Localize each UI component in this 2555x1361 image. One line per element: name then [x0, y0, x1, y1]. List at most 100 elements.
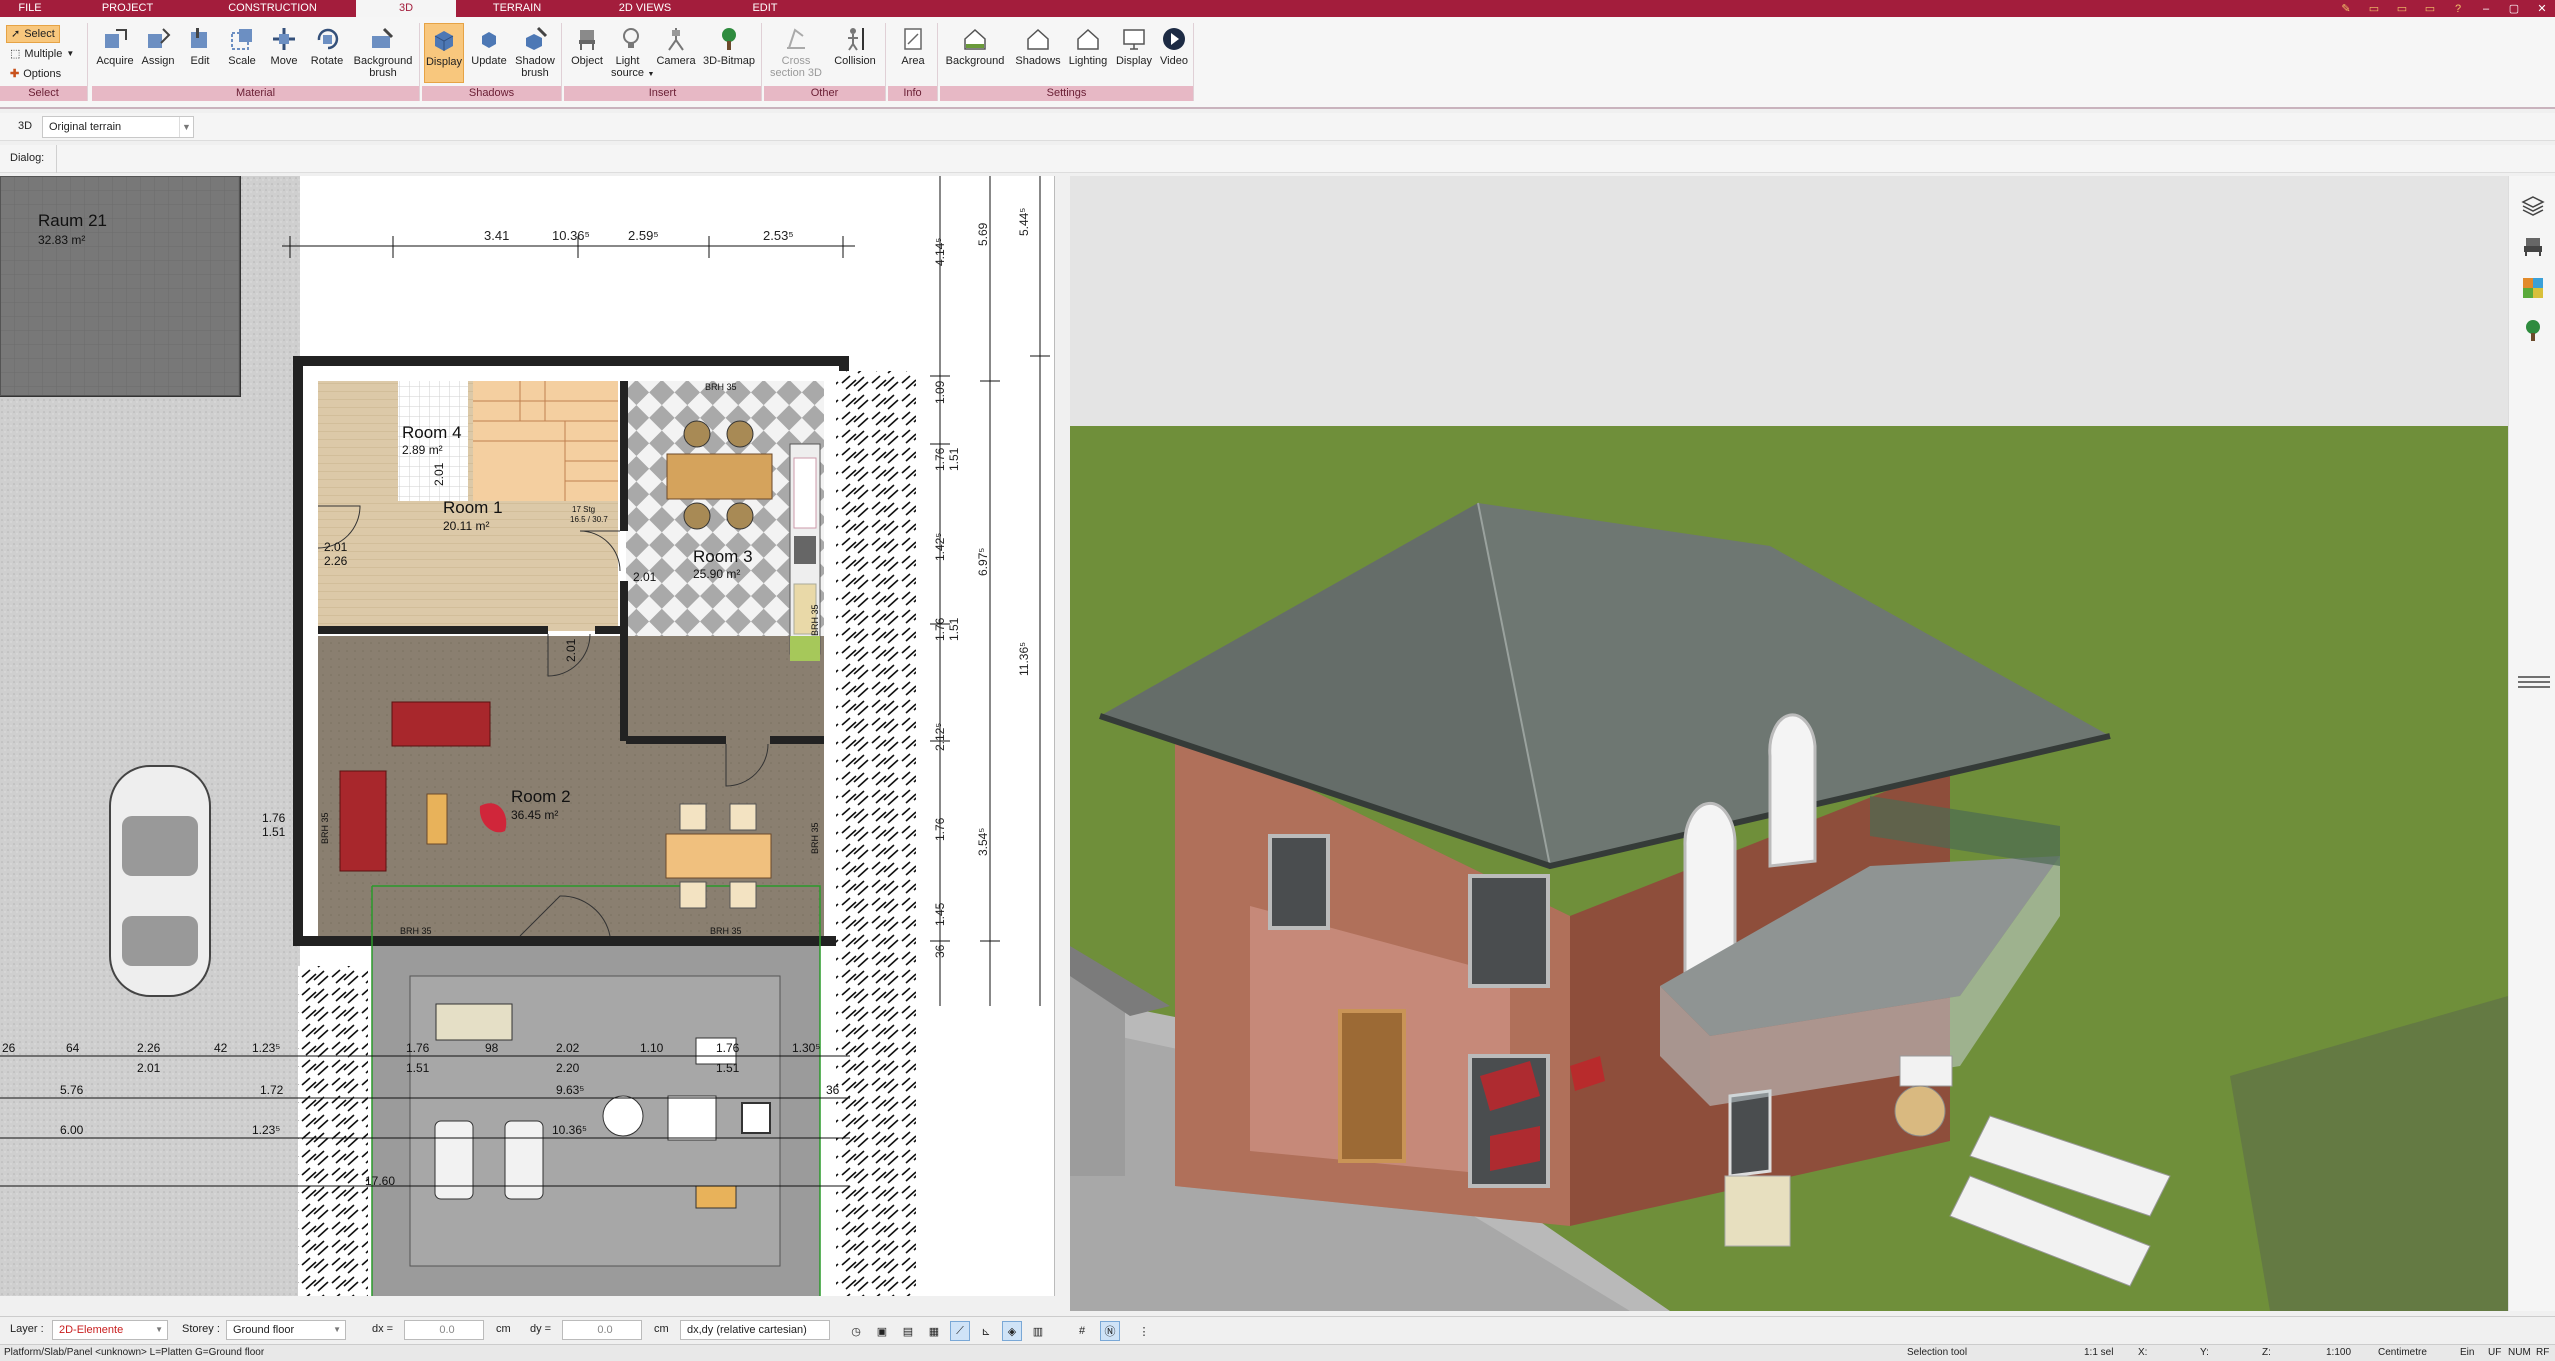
dim-left-2: 2.26: [324, 554, 348, 568]
object-snap-icon[interactable]: ▦: [924, 1321, 944, 1341]
status-scale: 1:100: [2326, 1347, 2352, 1358]
dy-unit: cm: [654, 1323, 669, 1335]
object-button[interactable]: Object: [566, 23, 608, 83]
dim-left-3: 1.76: [262, 811, 286, 825]
dim-left-6: 2.01: [564, 638, 578, 662]
select-button[interactable]: ➚ Select: [6, 25, 60, 43]
snap-icon[interactable]: ▣: [872, 1321, 892, 1341]
edit-material-button[interactable]: Edit: [180, 23, 220, 83]
menu-tab-2d-views[interactable]: 2D VIEWS: [580, 0, 710, 17]
video-button[interactable]: Video: [1156, 23, 1192, 83]
3d-view[interactable]: [1070, 176, 2508, 1311]
layout-icon[interactable]: ▭: [2395, 3, 2409, 15]
dim-bottom-16: 1.10: [640, 1041, 664, 1055]
floor-plan-view[interactable]: 3.41 10.36⁵ 2.59⁵ 2.53⁵ 5.69 5.44⁵ 4.14⁵…: [0, 176, 1055, 1296]
acquire-button[interactable]: Acquire: [94, 23, 136, 83]
north-icon[interactable]: Ⓝ: [1100, 1321, 1120, 1341]
ortho-icon[interactable]: ⊾: [976, 1321, 996, 1341]
collision-button[interactable]: Collision: [828, 23, 882, 83]
armchair-icon[interactable]: [2519, 232, 2547, 260]
light-source-button[interactable]: Light source ▼: [610, 23, 654, 83]
settings-icon[interactable]: ▭: [2423, 3, 2437, 15]
dy-input[interactable]: 0.0: [562, 1320, 642, 1340]
area-button[interactable]: Area: [892, 23, 934, 83]
display-settings-button[interactable]: Display: [1112, 23, 1156, 83]
status-unit: Centimetre: [2378, 1347, 2427, 1358]
assign-button[interactable]: Assign: [138, 23, 178, 83]
brh-label-5: BRH 35: [810, 822, 820, 854]
scale-button[interactable]: Scale: [222, 23, 262, 83]
dx-label: dx =: [372, 1323, 394, 1335]
panel-handle-icon[interactable]: [2513, 668, 2555, 696]
storey-select[interactable]: Ground floor ▼: [226, 1320, 346, 1340]
menu-tab-construction[interactable]: CONSTRUCTION: [195, 0, 350, 17]
ribbon: ➚ Select ⬚ Multiple ▼ ✚ Options Select Acqui…: [0, 17, 2555, 109]
menu-tab-project[interactable]: PROJECT: [60, 0, 195, 17]
hatch-icon[interactable]: ▥: [1028, 1321, 1048, 1341]
close-icon[interactable]: ✕: [2535, 3, 2549, 15]
floor-plan-canvas: 3.41 10.36⁵ 2.59⁵ 2.53⁵ 5.69 5.44⁵ 4.14⁵…: [0, 176, 1050, 1296]
layer-select[interactable]: 2D-Elemente ▼: [52, 1320, 168, 1340]
shadows-settings-button[interactable]: Shadows: [1012, 23, 1064, 83]
background-brush-button[interactable]: Background brush: [350, 23, 416, 83]
chevron-down-icon: ▼: [179, 117, 193, 137]
coord-mode-select[interactable]: dx,dy (relative cartesian): [680, 1320, 830, 1340]
dim-right-9: 1.76: [933, 617, 947, 641]
shadow-brush-button[interactable]: Shadow brush: [512, 23, 558, 83]
group-insert: Object Light source ▼ Camera 3D-Bitmap In…: [564, 23, 762, 101]
shadow-display-icon: [428, 24, 460, 56]
minimize-icon[interactable]: –: [2479, 3, 2493, 15]
dx-input[interactable]: 0.0: [404, 1320, 484, 1340]
angle-snap-icon[interactable]: ⟋: [950, 1321, 970, 1341]
update-shadows-button[interactable]: Update: [468, 23, 510, 83]
menu-tab-3d[interactable]: 3D: [356, 0, 456, 18]
lighting-settings-button[interactable]: Lighting: [1066, 23, 1110, 83]
fill-icon[interactable]: ◈: [1002, 1321, 1022, 1341]
multiple-button[interactable]: ⬚ Multiple ▼: [6, 45, 78, 63]
grid-snap-icon[interactable]: ▤: [898, 1321, 918, 1341]
menu-tab-terrain[interactable]: TERRAIN: [462, 0, 572, 17]
dim-right-14: 3.54⁵: [976, 828, 990, 856]
menu-tab-file[interactable]: FILE: [0, 0, 60, 17]
group-label-other: Other: [764, 86, 885, 101]
dim-right-2: 5.44⁵: [1017, 208, 1031, 236]
help-icon[interactable]: ▭: [2367, 3, 2381, 15]
status-sel: 1:1 sel: [2084, 1347, 2114, 1358]
chevron-down-icon: ▼: [155, 1325, 163, 1334]
dim-bottom-6: 1.23⁵: [252, 1041, 280, 1055]
dim-left-5: 2.01: [633, 570, 657, 584]
chevron-down-icon: ▼: [66, 49, 75, 58]
materials-icon[interactable]: [2519, 274, 2547, 302]
options-button[interactable]: ✚ Options: [6, 65, 65, 83]
dim-right-5: 1.76: [933, 447, 947, 471]
display-shadows-button[interactable]: Display: [424, 23, 464, 83]
tools-icon[interactable]: ✎: [2339, 3, 2353, 15]
rotate-icon: [311, 23, 343, 55]
more-icon[interactable]: ⋮: [1134, 1321, 1154, 1341]
move-button[interactable]: Move: [264, 23, 304, 83]
camera-button[interactable]: Camera: [654, 23, 698, 83]
dim-right-3: 4.14⁵: [933, 238, 947, 266]
menu-tab-edit[interactable]: EDIT: [715, 0, 815, 17]
question-icon[interactable]: ?: [2451, 3, 2465, 15]
dim-right-7: 1.42⁵: [933, 533, 947, 561]
clock-icon[interactable]: ◷: [846, 1321, 866, 1341]
bottom-toolbar: Layer : 2D-Elemente ▼ Storey : Ground fl…: [0, 1316, 2555, 1344]
tree-icon[interactable]: [2519, 316, 2547, 344]
dialog-bar: Dialog:: [0, 145, 2555, 173]
stair-steps: 17 Stg: [572, 505, 595, 514]
background-settings-button[interactable]: Background: [940, 23, 1010, 83]
dim-right-16: 36: [933, 944, 947, 958]
dim-bottom-10: 1.23⁵: [252, 1123, 280, 1137]
storey-select-value: Ground floor: [233, 1324, 295, 1336]
room-raum21-area: 32.83 m²: [38, 233, 85, 247]
grid-icon[interactable]: #: [1072, 1321, 1092, 1341]
dim-bottom-19: 1.30⁵: [792, 1041, 820, 1055]
update-shadows-label: Update: [471, 55, 507, 67]
layers-icon[interactable]: [2519, 192, 2547, 220]
cross-section-3d-button[interactable]: Cross section 3D: [766, 23, 826, 83]
rotate-button[interactable]: Rotate: [306, 23, 348, 83]
maximize-icon[interactable]: ▢: [2507, 3, 2521, 15]
3d-bitmap-button[interactable]: 3D-Bitmap: [700, 23, 758, 83]
terrain-select[interactable]: Original terrain ▼: [42, 116, 194, 138]
